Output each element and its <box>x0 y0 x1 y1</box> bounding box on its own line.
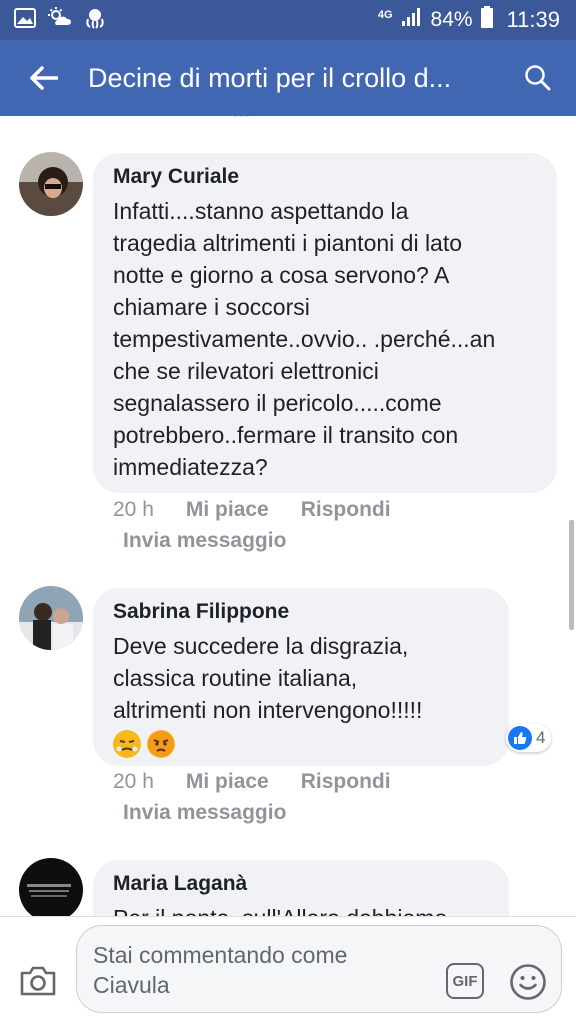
send-message-link[interactable]: Invia messaggio <box>123 801 286 825</box>
reaction-count-badge[interactable]: 4 <box>506 724 552 752</box>
network-type: 4G <box>377 9 393 21</box>
send-message-link[interactable]: Invia messaggio <box>123 529 286 553</box>
like-button[interactable]: Mi piace <box>186 770 269 794</box>
comment-text: Infatti....stanno aspettando la tragedia… <box>113 198 496 480</box>
app-bar: Decine di morti per il crollo d... <box>0 40 576 116</box>
back-arrow-icon <box>30 66 58 90</box>
comment-text: Deve succedere la disgrazia, classica ro… <box>113 633 423 723</box>
steam-from-nose-emoji-icon <box>113 730 141 758</box>
comment-actions: 20 h Mi piace Rispondi <box>113 770 391 794</box>
scrollbar[interactable] <box>569 520 574 630</box>
search-icon <box>525 65 551 91</box>
signal-icon <box>401 7 423 33</box>
avatar[interactable] <box>19 586 83 650</box>
comment-author[interactable]: Maria Laganà <box>113 872 489 896</box>
octopus-icon <box>84 7 106 34</box>
comment-time: 20 h <box>113 770 154 793</box>
clipped-text-fragment: ∙∙∙ <box>232 116 250 128</box>
comment-time: 20 h <box>113 498 154 521</box>
weather-icon <box>48 6 72 34</box>
comment-input[interactable]: Stai commentando come Ciavula <box>76 925 562 1013</box>
clock: 11:39 <box>506 7 560 32</box>
like-button[interactable]: Mi piace <box>186 498 269 522</box>
emoji-row <box>113 730 489 758</box>
thumbs-up-icon <box>508 726 532 750</box>
comment-composer: Stai commentando come Ciavula <box>0 916 576 1024</box>
comment-author[interactable]: Sabrina Filippone <box>113 600 489 624</box>
comment-bubble[interactable]: Maria Laganà Per il ponte, sull'Allaro d… <box>93 860 509 916</box>
sticker-button[interactable] <box>509 963 547 1001</box>
comment-bubble[interactable]: Sabrina Filippone Deve succedere la disg… <box>93 588 509 766</box>
gif-button[interactable]: GIF <box>446 963 484 999</box>
smiley-icon <box>510 964 546 1000</box>
camera-icon <box>20 966 56 996</box>
reply-button[interactable]: Rispondi <box>301 770 391 794</box>
angry-face-emoji-icon <box>147 730 175 758</box>
comment-actions: 20 h Mi piace Rispondi <box>113 498 391 522</box>
reply-button[interactable]: Rispondi <box>301 498 391 522</box>
comments-list[interactable]: ∙∙∙ Mary Curiale Infatti....stanno aspet… <box>0 116 576 916</box>
comment-bubble[interactable]: Mary Curiale Infatti....stanno aspettand… <box>93 153 557 493</box>
reaction-count: 4 <box>536 728 546 747</box>
back-button[interactable] <box>0 40 88 116</box>
battery-icon <box>480 6 493 34</box>
comment-author[interactable]: Mary Curiale <box>113 165 537 189</box>
comment-text: Per il ponte, sull'Allaro dobbiamo <box>113 902 489 916</box>
battery-percent: 84% <box>430 8 473 31</box>
gallery-icon <box>14 7 36 33</box>
camera-button[interactable] <box>18 961 58 1001</box>
status-bar: 4G 84% 11:39 <box>0 0 576 40</box>
avatar[interactable] <box>19 858 83 916</box>
search-button[interactable] <box>518 58 558 98</box>
avatar[interactable] <box>19 152 83 216</box>
page-title: Decine di morti per il crollo d... <box>88 62 452 93</box>
